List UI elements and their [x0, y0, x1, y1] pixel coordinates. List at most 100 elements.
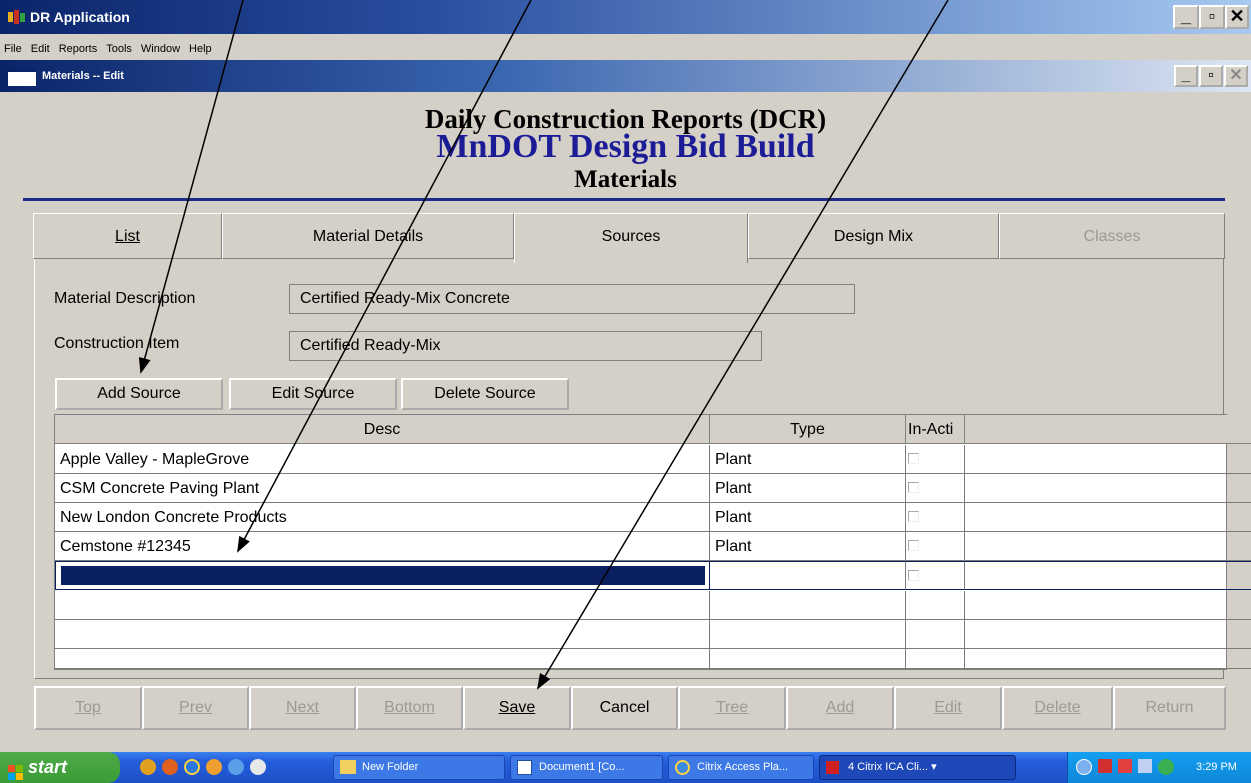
network-icon[interactable]: [1138, 759, 1152, 773]
taskbar-item-citrix-ica[interactable]: 4 Citrix ICA Cli... ▾: [819, 755, 1016, 780]
table-row-empty: [965, 649, 1251, 669]
minimize-icon[interactable]: _: [1173, 5, 1199, 29]
tab-material-details[interactable]: Material Details: [222, 213, 514, 259]
cancel-button[interactable]: Cancel: [571, 686, 678, 730]
add-button[interactable]: Add: [786, 686, 894, 730]
table-row-inactive: [906, 474, 965, 503]
bottom-button[interactable]: Bottom: [356, 686, 463, 730]
tray-app-icon[interactable]: [1118, 759, 1132, 773]
quicklaunch-icon[interactable]: [206, 759, 222, 775]
inactive-checkbox[interactable]: [908, 540, 919, 551]
delete-button[interactable]: Delete: [1002, 686, 1113, 730]
tray-arrow-icon[interactable]: [1076, 759, 1092, 775]
construction-item-label: Construction Item: [54, 335, 180, 352]
ie-icon: [675, 760, 690, 775]
next-button[interactable]: Next: [249, 686, 356, 730]
system-tray: 3:29 PM: [1067, 752, 1251, 783]
add-source-button[interactable]: Add Source: [55, 378, 223, 410]
taskbar-item-citrix-access[interactable]: Citrix Access Pla...: [668, 755, 814, 780]
taskbar-item-label: New Folder: [362, 761, 419, 773]
quicklaunch-icon[interactable]: [228, 759, 244, 775]
child-restore-icon[interactable]: ▫: [1199, 65, 1223, 87]
ie-icon[interactable]: [184, 759, 200, 775]
tab-classes[interactable]: Classes: [999, 213, 1225, 259]
edit-button[interactable]: Edit: [894, 686, 1002, 730]
return-button[interactable]: Return: [1113, 686, 1226, 730]
window-icon: [8, 68, 36, 86]
save-button-label: Save: [498, 699, 536, 716]
column-header-inactive[interactable]: In-Acti: [906, 415, 965, 444]
edit-source-button[interactable]: Edit Source: [229, 378, 397, 410]
table-row-inactive: [906, 532, 965, 561]
prev-button[interactable]: Prev: [142, 686, 249, 730]
material-description-field[interactable]: Certified Ready-Mix Concrete: [289, 284, 855, 314]
app-title: DR Application: [30, 9, 130, 25]
table-row-desc[interactable]: New London Concrete Products: [55, 503, 710, 532]
menu-file[interactable]: File: [0, 34, 27, 55]
tab-sources[interactable]: Sources: [514, 213, 748, 263]
close-icon[interactable]: ✕: [1225, 5, 1249, 29]
child-window-title-bar[interactable]: Materials -- Edit _ ▫ ✕: [0, 60, 1251, 92]
table-row-inactive: [906, 561, 965, 590]
wireless-icon[interactable]: [1158, 759, 1174, 775]
tray-app-icon[interactable]: [1098, 759, 1112, 773]
table-row-desc[interactable]: Cemstone #12345: [55, 532, 710, 561]
table-row-type[interactable]: Plant: [710, 532, 906, 561]
tab-list-label: List: [115, 228, 140, 245]
restore-icon[interactable]: ▫: [1199, 5, 1225, 29]
construction-item-field[interactable]: Certified Ready-Mix: [289, 331, 762, 361]
table-row-empty: [55, 620, 710, 649]
desktop: DR Application _ ▫ ✕ File Edit Reports Tool…: [0, 0, 1251, 783]
table-row-desc[interactable]: CSM Concrete Paving Plant: [55, 474, 710, 503]
table-row-type[interactable]: [710, 561, 906, 590]
column-header-desc[interactable]: Desc: [55, 415, 710, 444]
taskbar-item-label: Citrix Access Pla...: [697, 761, 789, 773]
menu-tools[interactable]: Tools: [102, 34, 137, 55]
table-row-empty: [906, 649, 965, 669]
quicklaunch-icon[interactable]: [140, 759, 156, 775]
next-button-label: Next: [286, 699, 319, 716]
column-header-blank[interactable]: [965, 415, 1251, 444]
bottom-button-label: Bottom: [384, 699, 435, 716]
quicklaunch-icon[interactable]: [250, 759, 266, 775]
table-row-desc[interactable]: Apple Valley - MapleGrove: [55, 445, 710, 474]
selected-cell-editor[interactable]: [60, 565, 706, 586]
tab-design-mix-label: Design Mix: [833, 228, 914, 245]
sources-grid[interactable]: Desc Type In-Acti Apple Valley - MapleGr…: [54, 414, 1251, 670]
child-minimize-icon[interactable]: _: [1174, 65, 1198, 87]
menu-edit[interactable]: Edit: [27, 34, 55, 55]
table-row-inactive: [906, 503, 965, 532]
cancel-button-label: Cancel: [599, 699, 650, 716]
menu-window[interactable]: Window: [137, 34, 185, 55]
word-document-icon: [517, 760, 532, 775]
taskbar-item-document1[interactable]: Document1 [Co...: [510, 755, 663, 780]
top-button[interactable]: Top: [34, 686, 142, 730]
table-row-extra: [965, 445, 1251, 474]
menu-reports[interactable]: Reports: [55, 34, 103, 55]
delete-source-button[interactable]: Delete Source: [401, 378, 569, 410]
inactive-checkbox[interactable]: [908, 511, 919, 522]
child-close-icon[interactable]: ✕: [1224, 65, 1248, 87]
table-row-type[interactable]: Plant: [710, 445, 906, 474]
inactive-checkbox[interactable]: [908, 453, 919, 464]
tab-design-mix[interactable]: Design Mix: [748, 213, 999, 259]
table-row-type[interactable]: Plant: [710, 474, 906, 503]
inactive-checkbox[interactable]: [908, 570, 919, 581]
table-row-empty: [906, 591, 965, 620]
app-title-bar[interactable]: DR Application _ ▫ ✕: [0, 0, 1251, 34]
column-header-type[interactable]: Type: [710, 415, 906, 444]
start-button[interactable]: start: [0, 752, 120, 783]
header-divider: [23, 198, 1225, 201]
app-icon: [8, 10, 26, 24]
quicklaunch-icon[interactable]: [162, 759, 178, 775]
save-button[interactable]: Save: [463, 686, 571, 730]
tab-list[interactable]: List: [33, 213, 222, 259]
header-line-3: Materials: [574, 166, 677, 193]
tree-button[interactable]: Tree: [678, 686, 786, 730]
table-row-new-desc[interactable]: [55, 561, 710, 590]
table-row-type[interactable]: Plant: [710, 503, 906, 532]
table-row-empty: [710, 591, 906, 620]
taskbar-item-new-folder[interactable]: New Folder: [333, 755, 505, 780]
menu-help[interactable]: Help: [185, 34, 217, 55]
inactive-checkbox[interactable]: [908, 482, 919, 493]
